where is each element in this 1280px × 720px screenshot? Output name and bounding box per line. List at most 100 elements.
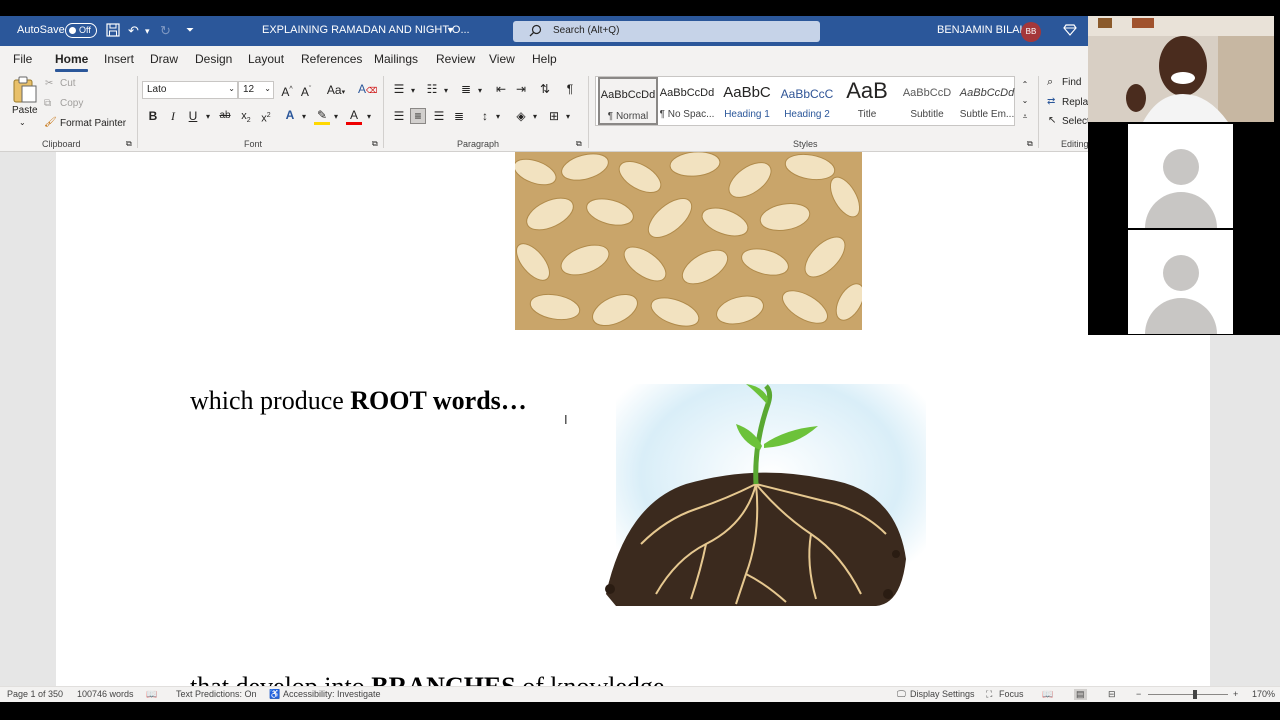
tab-draw[interactable]: Draw	[150, 52, 178, 66]
zoom-slider-thumb[interactable]	[1193, 690, 1197, 699]
document-page[interactable]: which produce ROOT words… I	[56, 152, 1210, 686]
paragraph-launcher-icon[interactable]: ⧉	[576, 139, 582, 149]
style-no-spacing[interactable]: AaBbCcDd ¶ No Spac...	[657, 77, 717, 125]
font-color-icon[interactable]: A	[346, 108, 362, 125]
participant-video[interactable]	[1088, 16, 1274, 122]
style-heading-2[interactable]: AaBbCcC Heading 2	[777, 77, 837, 125]
tab-help[interactable]: Help	[532, 52, 557, 66]
customize-toolbar-icon[interactable]: ⏷	[186, 23, 194, 39]
multilevel-dropdown-icon[interactable]: ▾	[472, 84, 488, 98]
subscript-icon[interactable]: x2	[238, 109, 254, 128]
underline-icon[interactable]: U	[185, 109, 201, 123]
select-button[interactable]: Select	[1062, 116, 1090, 127]
text-cursor-icon: I	[564, 412, 568, 427]
numbering-dropdown-icon[interactable]: ▾	[438, 84, 454, 98]
tab-home[interactable]: Home	[55, 52, 89, 72]
superscript-icon[interactable]: x2	[258, 109, 274, 126]
shrink-font-icon[interactable]: Aˇ	[298, 83, 314, 99]
paste-dropdown-icon[interactable]: ⌄	[19, 118, 26, 127]
print-layout-icon[interactable]: ▤	[1074, 689, 1087, 700]
web-layout-icon[interactable]: ⊟	[1108, 689, 1116, 700]
autosave-toggle[interactable]: Off	[65, 23, 97, 38]
user-avatar[interactable]: BB	[1021, 22, 1041, 42]
align-center-icon[interactable]: ≡	[410, 108, 426, 124]
zoom-in-icon[interactable]: +	[1233, 689, 1238, 699]
participant-tile-placeholder[interactable]	[1128, 124, 1233, 228]
bullets-dropdown-icon[interactable]: ▾	[405, 84, 421, 98]
focus-button[interactable]: Focus	[999, 689, 1024, 699]
redo-icon[interactable]: ↻	[160, 23, 171, 39]
highlight-dropdown-icon[interactable]: ▾	[328, 110, 344, 124]
justify-icon[interactable]: ≣	[451, 109, 467, 123]
search-box[interactable]: Search (Alt+Q)	[513, 21, 820, 42]
grow-font-icon[interactable]: A^	[279, 83, 295, 99]
tab-mailings[interactable]: Mailings	[374, 52, 418, 66]
undo-icon[interactable]: ↶	[128, 23, 139, 39]
italic-icon[interactable]: I	[165, 109, 181, 123]
document-line-2[interactable]: that develop into BRANCHES of knowledge	[190, 672, 664, 686]
proofing-icon[interactable]: 📖	[146, 689, 157, 700]
replace-button[interactable]: Repla	[1062, 97, 1088, 108]
zoom-slider-track[interactable]	[1148, 694, 1228, 695]
styles-more-icon[interactable]: ⩡	[1017, 110, 1033, 124]
paste-button[interactable]: Paste	[12, 105, 38, 116]
clipboard-launcher-icon[interactable]: ⧉	[126, 139, 132, 149]
zoom-out-icon[interactable]: −	[1136, 689, 1141, 699]
align-left-icon[interactable]: ☰	[391, 109, 407, 123]
styles-launcher-icon[interactable]: ⧉	[1027, 139, 1033, 149]
font-color-dropdown-icon[interactable]: ▾	[361, 110, 377, 124]
style-subtitle[interactable]: AaBbCcD Subtitle	[897, 77, 957, 125]
text-effects-dropdown-icon[interactable]: ▾	[296, 110, 312, 124]
accessibility-status[interactable]: Accessibility: Investigate	[283, 689, 381, 699]
borders-dropdown-icon[interactable]: ▾	[560, 110, 576, 124]
paste-icon[interactable]	[12, 76, 38, 107]
document-title[interactable]: EXPLAINING RAMADAN AND NIGHT O...	[262, 24, 470, 36]
tab-file[interactable]: File	[13, 52, 32, 66]
tab-design[interactable]: Design	[195, 52, 232, 66]
font-name-combo[interactable]: Lato ⌄	[142, 81, 238, 99]
tab-insert[interactable]: Insert	[104, 52, 134, 66]
show-marks-icon[interactable]: ¶	[562, 82, 578, 96]
participant-tile-placeholder[interactable]	[1128, 230, 1233, 334]
underline-dropdown-icon[interactable]: ▾	[200, 110, 216, 124]
undo-dropdown-icon[interactable]: ▾	[145, 23, 150, 39]
styles-scroll-up-icon[interactable]: ⌃	[1017, 78, 1033, 92]
save-icon[interactable]	[106, 23, 120, 41]
document-line-1[interactable]: which produce ROOT words…	[190, 386, 527, 416]
tab-view[interactable]: View	[489, 52, 515, 66]
display-settings-button[interactable]: Display Settings	[910, 689, 975, 699]
tab-references[interactable]: References	[301, 52, 362, 66]
shading-dropdown-icon[interactable]: ▾	[527, 110, 543, 124]
font-size-combo[interactable]: 12 ⌄	[238, 81, 274, 99]
style-subtle-emphasis[interactable]: AaBbCcDd Subtle Em...	[957, 77, 1017, 125]
tab-layout[interactable]: Layout	[248, 52, 284, 66]
title-dropdown-icon[interactable]: ▼	[446, 25, 455, 35]
format-painter-button[interactable]: Format Painter	[60, 118, 126, 129]
decrease-indent-icon[interactable]: ⇤	[493, 82, 509, 96]
increase-indent-icon[interactable]: ⇥	[513, 82, 529, 96]
cut-button[interactable]: Cut	[60, 78, 76, 89]
line-spacing-dropdown-icon[interactable]: ▾	[490, 110, 506, 124]
read-mode-icon[interactable]: 📖	[1042, 689, 1053, 700]
clear-formatting-icon[interactable]: A⌫	[358, 82, 377, 98]
page-count[interactable]: Page 1 of 350	[7, 689, 63, 699]
style-normal[interactable]: AaBbCcDd ¶ Normal	[598, 77, 658, 125]
change-case-icon[interactable]: Aa▾	[324, 83, 348, 100]
diamond-icon[interactable]	[1063, 23, 1077, 41]
sort-icon[interactable]: ⇅	[537, 82, 553, 96]
user-name[interactable]: BENJAMIN BILAL	[937, 24, 1026, 36]
strikethrough-icon[interactable]: ab	[217, 109, 233, 123]
line-text: that develop into	[190, 672, 371, 686]
copy-button[interactable]: Copy	[60, 98, 83, 109]
style-heading-1[interactable]: AaBbC Heading 1	[717, 77, 777, 125]
tab-review[interactable]: Review	[436, 52, 475, 66]
text-predictions[interactable]: Text Predictions: On	[176, 689, 257, 699]
bold-icon[interactable]: B	[145, 109, 161, 123]
find-button[interactable]: Find	[1062, 77, 1081, 88]
word-count[interactable]: 100746 words	[77, 689, 134, 699]
align-right-icon[interactable]: ☰	[431, 109, 447, 123]
style-title[interactable]: AaB Title	[837, 77, 897, 125]
font-launcher-icon[interactable]: ⧉	[372, 139, 378, 149]
zoom-level[interactable]: 170%	[1252, 689, 1275, 699]
styles-scroll-down-icon[interactable]: ⌄	[1017, 94, 1033, 108]
